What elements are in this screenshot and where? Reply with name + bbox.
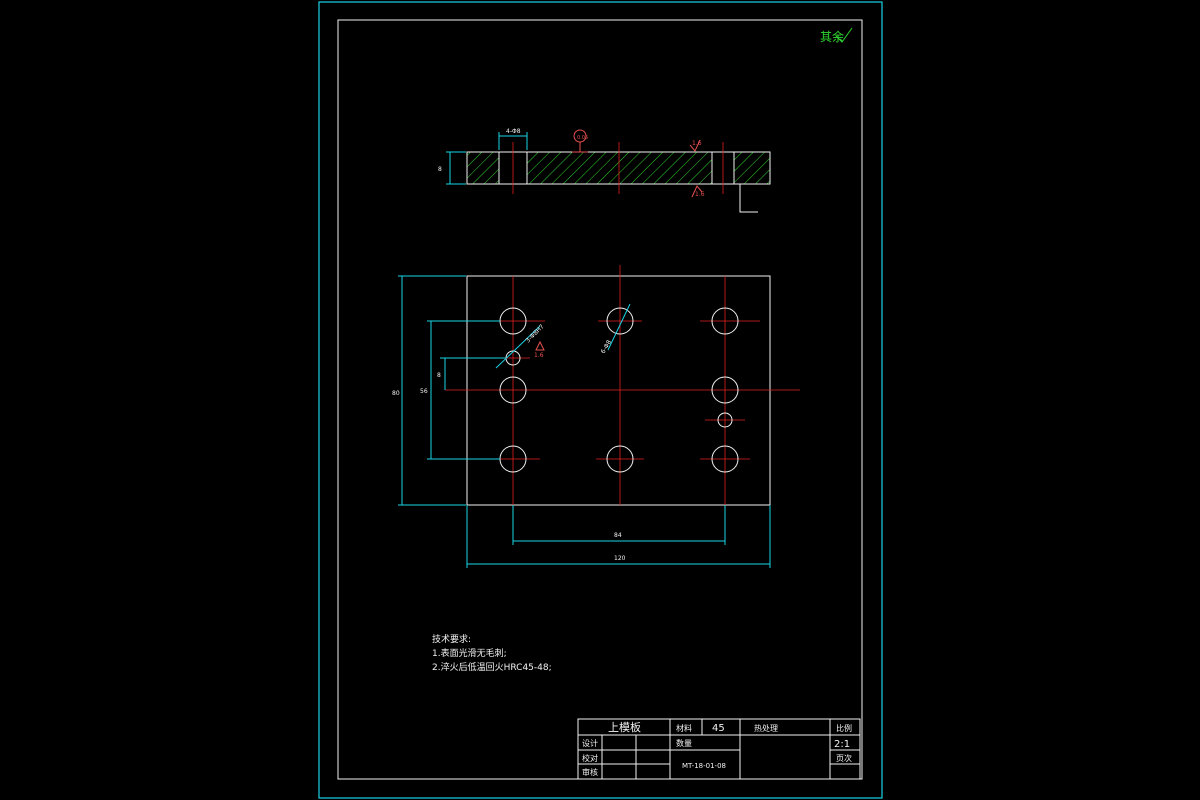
material-value: 45 xyxy=(712,723,725,734)
pin-hole-callout: 3-Φ8H7 xyxy=(524,323,545,344)
notes-line2: 2.淬火后低温回火HRC45-48; xyxy=(432,661,552,673)
material-label: 材料 xyxy=(676,723,692,733)
inner-border xyxy=(337,19,863,780)
dim-inner-height: 56 xyxy=(420,388,428,395)
side-section-left xyxy=(467,152,499,184)
sheet-label: 页次 xyxy=(836,753,852,763)
notes-line1: 1.表面光滑无毛刺; xyxy=(432,647,507,659)
big-hole-callout: 6-Φ8 xyxy=(600,339,613,355)
quantity-label: 数量 xyxy=(676,738,692,748)
plan-outline xyxy=(466,275,771,506)
outer-border xyxy=(318,1,883,799)
dim-hole-span: 84 xyxy=(614,532,622,539)
treatment-label: 热处理 xyxy=(754,723,778,733)
side-section-middle xyxy=(527,152,712,184)
notes-title: 技术要求: xyxy=(432,633,471,645)
dim-overall-width: 120 xyxy=(614,555,626,562)
side-thickness-dim: 8 xyxy=(438,166,442,173)
drawing-number: MT-18-01-08 xyxy=(682,762,726,770)
pin-hole-roughness: 1.6 xyxy=(534,352,544,359)
title-block: 上模板 材料 45 热处理 比例 设计 数量 2:1 校对 MT-18-01-0… xyxy=(577,718,861,780)
tech-notes: 技术要求: 1.表面光滑无毛刺; 2.淬火后低温回火HRC45-48; xyxy=(432,633,552,673)
check-label: 校对 xyxy=(582,753,598,763)
dim-small-offset: 8 xyxy=(437,372,441,379)
cad-drawing: 其余 4-Φ8 8 0.05 1.6 1.6 3-Φ8H7 1.6 6-Φ8 8… xyxy=(318,1,883,799)
side-width-dim: 4-Φ8 xyxy=(506,128,521,135)
part-name: 上模板 xyxy=(608,720,641,734)
side-section-right xyxy=(734,152,770,184)
roughness-bottom: 1.6 xyxy=(695,191,705,198)
flatness-value: 0.05 xyxy=(577,135,588,141)
corner-note: 其余 xyxy=(820,29,844,44)
scale-label: 比例 xyxy=(836,723,852,733)
design-label: 设计 xyxy=(582,738,598,748)
dim-overall-height: 80 xyxy=(392,390,400,397)
roughness-top: 1.6 xyxy=(692,140,702,147)
plan-view: 3-Φ8H7 1.6 6-Φ8 80 56 8 84 120 xyxy=(392,265,800,568)
scale-value: 2:1 xyxy=(834,739,850,750)
review-label: 审核 xyxy=(582,767,598,777)
side-view: 4-Φ8 8 0.05 1.6 1.6 xyxy=(438,128,771,213)
